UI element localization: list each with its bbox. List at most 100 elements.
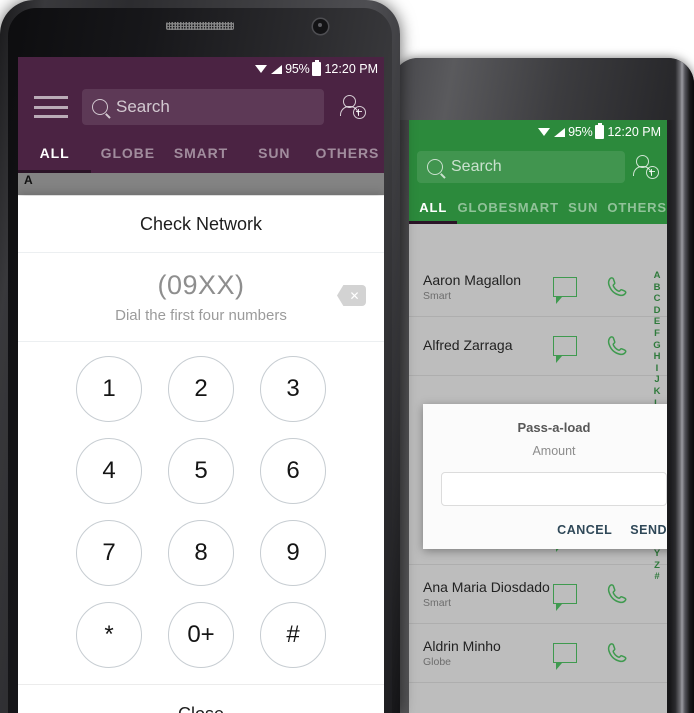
alphabet-index-letter[interactable]: G [653, 340, 660, 352]
list-section-header: A [18, 173, 384, 195]
backspace-icon[interactable]: ✕ [337, 285, 366, 306]
key-star[interactable]: * [76, 602, 142, 668]
key-4[interactable]: 4 [76, 438, 142, 504]
contact-name: Aaron Magallon [423, 271, 522, 288]
screenshot-stage: 95% 12:20 PM Search ALL GLOBE SMART SUN … [0, 0, 694, 713]
tab-active-underline [18, 170, 91, 173]
contact-name: Aldrin Minho [423, 637, 501, 654]
tab-others[interactable]: OTHERS [607, 200, 667, 215]
tab-smart[interactable]: SMART [508, 200, 559, 215]
call-icon[interactable] [607, 583, 627, 605]
keypad-row: 1 2 3 [18, 356, 384, 422]
message-icon[interactable] [553, 336, 577, 363]
contact-name: Ana Maria Diosdado [423, 578, 550, 595]
tab-globe[interactable]: GLOBE [457, 200, 508, 215]
key-0[interactable]: 0+ [168, 602, 234, 668]
front-phone-screen: 95% 12:20 PM Search ALL GLOBE SMART SUN … [18, 57, 384, 713]
cellular-signal-icon [271, 64, 283, 74]
number-display: (09XX) [157, 270, 245, 300]
table-row[interactable]: Aldrin Minho Globe [409, 624, 667, 683]
keypad-row: 4 5 6 [18, 438, 384, 504]
alphabet-index-letter[interactable]: E [654, 316, 660, 328]
dial-hint: Dial the first four numbers [115, 307, 287, 324]
contact-network: Globe [423, 656, 452, 669]
back-status-bar: 95% 12:20 PM [409, 120, 667, 144]
alphabet-index-letter[interactable]: # [654, 571, 659, 583]
alphabet-index-letter[interactable]: F [654, 328, 660, 340]
close-button[interactable]: Close [18, 684, 384, 713]
message-icon[interactable] [553, 277, 577, 304]
tab-sun[interactable]: SUN [559, 200, 607, 215]
call-icon[interactable] [607, 335, 627, 357]
tab-all[interactable]: ALL [18, 145, 91, 161]
dialog-title: Pass-a-load [517, 420, 591, 435]
battery-percent-label: 95% [285, 62, 310, 76]
alphabet-index-letter[interactable]: C [654, 293, 661, 305]
check-network-sheet: Check Network (09XX) Dial the first four… [18, 196, 384, 713]
search-placeholder: Search [451, 158, 502, 175]
add-contact-icon[interactable] [340, 95, 366, 119]
tab-active-underline [409, 221, 457, 224]
message-icon[interactable] [553, 584, 577, 611]
front-phone-device: 95% 12:20 PM Search ALL GLOBE SMART SUN … [0, 0, 400, 713]
table-row[interactable]: Alfred Zarraga [409, 317, 667, 376]
alphabet-index-letter[interactable]: D [654, 305, 661, 317]
alphabet-index-letter[interactable]: A [654, 270, 661, 282]
alphabet-index-letter[interactable]: B [654, 282, 661, 294]
battery-percent-label: 95% [568, 125, 593, 139]
table-row[interactable]: Ana Maria Diosdado Smart [409, 565, 667, 624]
contact-name: Alfred Zarraga [423, 336, 513, 353]
pass-a-load-dialog: Pass-a-load Amount CANCEL SEND [423, 404, 667, 549]
page-title: Check Network [139, 213, 263, 234]
send-button[interactable]: SEND [630, 523, 667, 537]
tab-smart[interactable]: SMART [164, 145, 237, 161]
cellular-signal-icon [554, 127, 566, 137]
search-icon [92, 99, 108, 115]
search-icon [427, 159, 443, 175]
message-icon[interactable] [553, 643, 577, 670]
amount-input[interactable] [441, 472, 667, 506]
add-contact-icon[interactable] [633, 155, 659, 179]
alphabet-index-letter[interactable]: I [656, 363, 659, 375]
key-1[interactable]: 1 [76, 356, 142, 422]
front-search-row: Search [18, 81, 384, 133]
call-icon[interactable] [607, 642, 627, 664]
clock-label: 12:20 PM [324, 62, 378, 76]
key-7[interactable]: 7 [76, 520, 142, 586]
key-8[interactable]: 8 [168, 520, 234, 586]
tab-others[interactable]: OTHERS [311, 145, 384, 161]
tab-all[interactable]: ALL [409, 200, 457, 215]
key-5[interactable]: 5 [168, 438, 234, 504]
alphabet-index-letter[interactable]: H [654, 351, 661, 363]
back-app-header: 95% 12:20 PM Search ALL GLOBE SMART SUN … [409, 120, 667, 224]
number-display-area: (09XX) Dial the first four numbers ✕ [18, 252, 384, 342]
tab-globe[interactable]: GLOBE [91, 145, 164, 161]
alphabet-index-letter[interactable]: Y [654, 548, 660, 560]
key-2[interactable]: 2 [168, 356, 234, 422]
alphabet-index-letter[interactable]: J [654, 374, 659, 386]
alphabet-index-letter[interactable]: K [654, 386, 661, 398]
contact-network: Smart [423, 290, 452, 303]
back-tab-bar: ALL GLOBE SMART SUN OTHERS [409, 190, 667, 224]
earpiece-grille [166, 22, 234, 30]
search-input[interactable]: Search [417, 151, 625, 183]
tab-sun[interactable]: SUN [238, 145, 311, 161]
call-icon[interactable] [607, 276, 627, 298]
back-phone-screen: 95% 12:20 PM Search ALL GLOBE SMART SUN … [409, 120, 667, 713]
table-row[interactable]: Aaron Magallon Smart [409, 258, 667, 317]
alphabet-index-letter[interactable]: Z [654, 560, 660, 572]
search-input[interactable]: Search [82, 89, 324, 125]
dialog-actions: CANCEL SEND [423, 506, 667, 543]
wifi-icon [538, 127, 551, 137]
key-6[interactable]: 6 [260, 438, 326, 504]
dial-keypad: 1 2 3 4 5 6 7 8 9 * 0+ # [18, 342, 384, 668]
key-3[interactable]: 3 [260, 356, 326, 422]
front-camera-icon [313, 19, 328, 34]
back-phone-side-edge [670, 58, 694, 713]
key-9[interactable]: 9 [260, 520, 326, 586]
hamburger-menu-icon[interactable] [34, 96, 68, 118]
back-search-row: Search [409, 144, 667, 190]
cancel-button[interactable]: CANCEL [557, 523, 612, 537]
key-hash[interactable]: # [260, 602, 326, 668]
